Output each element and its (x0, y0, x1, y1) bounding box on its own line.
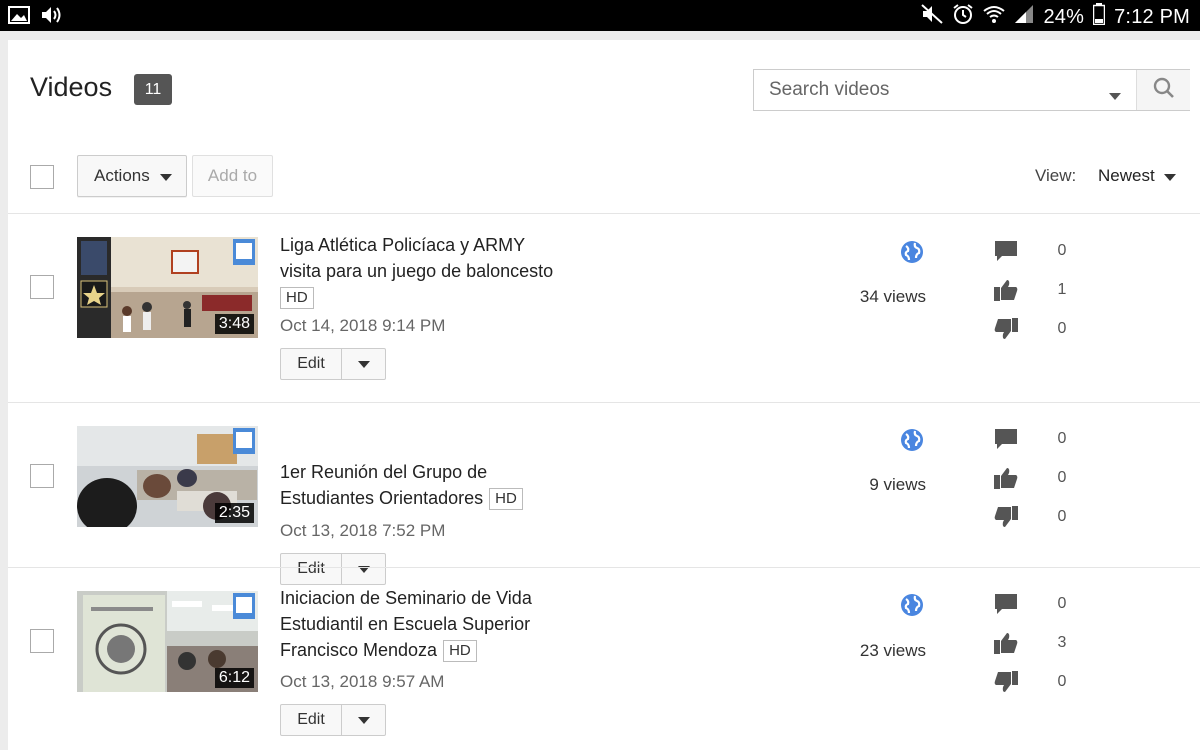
like-count: 0 (1057, 469, 1067, 486)
actions-button[interactable]: Actions (77, 155, 187, 197)
chevron-down-icon (357, 711, 370, 729)
video-thumbnail[interactable]: 6:12 (77, 591, 258, 692)
video-row: 6:12 Iniciacion de Seminario de Vida Est… (8, 568, 1200, 750)
video-duration: 6:12 (214, 668, 254, 688)
page-title: Videos (30, 72, 113, 102)
video-title-line: 1er Reunión del Grupo de (280, 462, 488, 482)
edit-menu-button[interactable] (342, 349, 385, 379)
video-row: 3:48 Liga Atlética Policíaca y ARMY visi… (8, 214, 1200, 402)
video-title-line: Francisco Mendoza (280, 640, 438, 660)
status-bar: 24% 7:12 PM (0, 0, 1200, 31)
like-count: 3 (1057, 634, 1067, 651)
thumbs-down-icon (993, 670, 1019, 699)
edit-button[interactable]: Edit (281, 705, 342, 735)
edit-button-group: Edit (280, 704, 386, 736)
edit-menu-button[interactable] (342, 705, 385, 735)
mute-icon (921, 4, 944, 30)
video-checkbox[interactable] (30, 464, 54, 488)
video-checkbox[interactable] (30, 629, 54, 653)
comment-count: 0 (1057, 242, 1067, 259)
add-to-button[interactable]: Add to (192, 155, 273, 197)
video-date: Oct 14, 2018 9:14 PM (280, 316, 446, 335)
video-duration: 2:35 (214, 503, 254, 523)
edit-button[interactable]: Edit (281, 349, 342, 379)
video-thumbnail[interactable]: 2:35 (77, 426, 258, 527)
search-icon (1153, 77, 1175, 104)
comment-icon (993, 592, 1019, 621)
actions-label: Actions (94, 166, 150, 185)
video-title[interactable]: Iniciacion de Seminario de Vida Estudian… (280, 585, 600, 663)
video-title[interactable]: 1er Reunión del Grupo de Estudiantes Ori… (280, 459, 600, 511)
search-box (753, 69, 1190, 111)
thumbs-up-icon (993, 466, 1019, 495)
edit-button-group: Edit (280, 348, 386, 380)
chevron-down-icon (1163, 166, 1176, 186)
video-title-line: Estudiantes Orientadores (280, 488, 484, 508)
dislike-count: 0 (1057, 673, 1067, 690)
video-title-line: Estudiantil en Escuela Superior (280, 614, 531, 634)
select-all-checkbox[interactable] (30, 165, 54, 189)
video-checkbox[interactable] (30, 275, 54, 299)
public-globe-icon (900, 593, 924, 622)
videos-panel: Videos 11 Actions Add to View: Newest (8, 40, 1200, 750)
signal-icon (1014, 4, 1034, 30)
dislike-count: 0 (1057, 508, 1067, 525)
video-row: 2:35 1er Reunión del Grupo de Estudiante… (8, 403, 1200, 585)
video-date: Oct 13, 2018 7:52 PM (280, 521, 446, 540)
like-count: 1 (1057, 281, 1067, 298)
search-input[interactable] (754, 70, 1136, 110)
view-sort-value: Newest (1098, 166, 1155, 185)
video-duration: 3:48 (214, 314, 254, 334)
hd-badge: HD (443, 640, 477, 662)
video-date: Oct 13, 2018 9:57 AM (280, 672, 445, 691)
public-globe-icon (900, 240, 924, 269)
gallery-icon (8, 6, 30, 29)
view-count: 9 views (869, 475, 926, 494)
thumbs-down-icon (993, 505, 1019, 534)
search-dropdown-icon[interactable] (1109, 87, 1121, 105)
video-title-line: Iniciacion de Seminario de Vida (280, 588, 532, 608)
battery-percent: 24% (1043, 5, 1085, 28)
hd-badge: HD (489, 488, 523, 510)
thumbs-up-icon (993, 278, 1019, 307)
thumbs-up-icon (993, 631, 1019, 660)
view-sort-select[interactable]: Newest (1098, 166, 1176, 186)
page-gutter-left (0, 31, 8, 750)
hd-badge: HD (280, 287, 314, 309)
video-count-badge: 11 (134, 74, 172, 105)
page-gutter-top (0, 31, 1200, 40)
video-thumbnail[interactable]: 3:48 (77, 237, 258, 338)
comment-icon (993, 427, 1019, 456)
comment-count: 0 (1057, 430, 1067, 447)
alarm-icon (952, 3, 974, 31)
chevron-down-icon (159, 166, 172, 186)
view-count: 23 views (859, 641, 926, 660)
search-button[interactable] (1136, 70, 1190, 110)
view-count: 34 views (859, 287, 926, 306)
dislike-count: 0 (1057, 320, 1067, 337)
battery-icon (1092, 3, 1106, 31)
wifi-icon (983, 4, 1006, 30)
video-title-line: Liga Atlética Policíaca y ARMY (280, 235, 526, 255)
public-globe-icon (900, 428, 924, 457)
volume-icon (40, 5, 64, 30)
video-title-line: visita para un juego de baloncesto (280, 261, 554, 281)
chevron-down-icon (357, 355, 370, 373)
comment-count: 0 (1057, 595, 1067, 612)
view-label: View: (1035, 166, 1077, 185)
clock: 7:12 PM (1114, 5, 1190, 28)
video-title[interactable]: Liga Atlética Policíaca y ARMY visita pa… (280, 232, 600, 310)
comment-icon (993, 239, 1019, 268)
thumbs-down-icon (993, 317, 1019, 346)
